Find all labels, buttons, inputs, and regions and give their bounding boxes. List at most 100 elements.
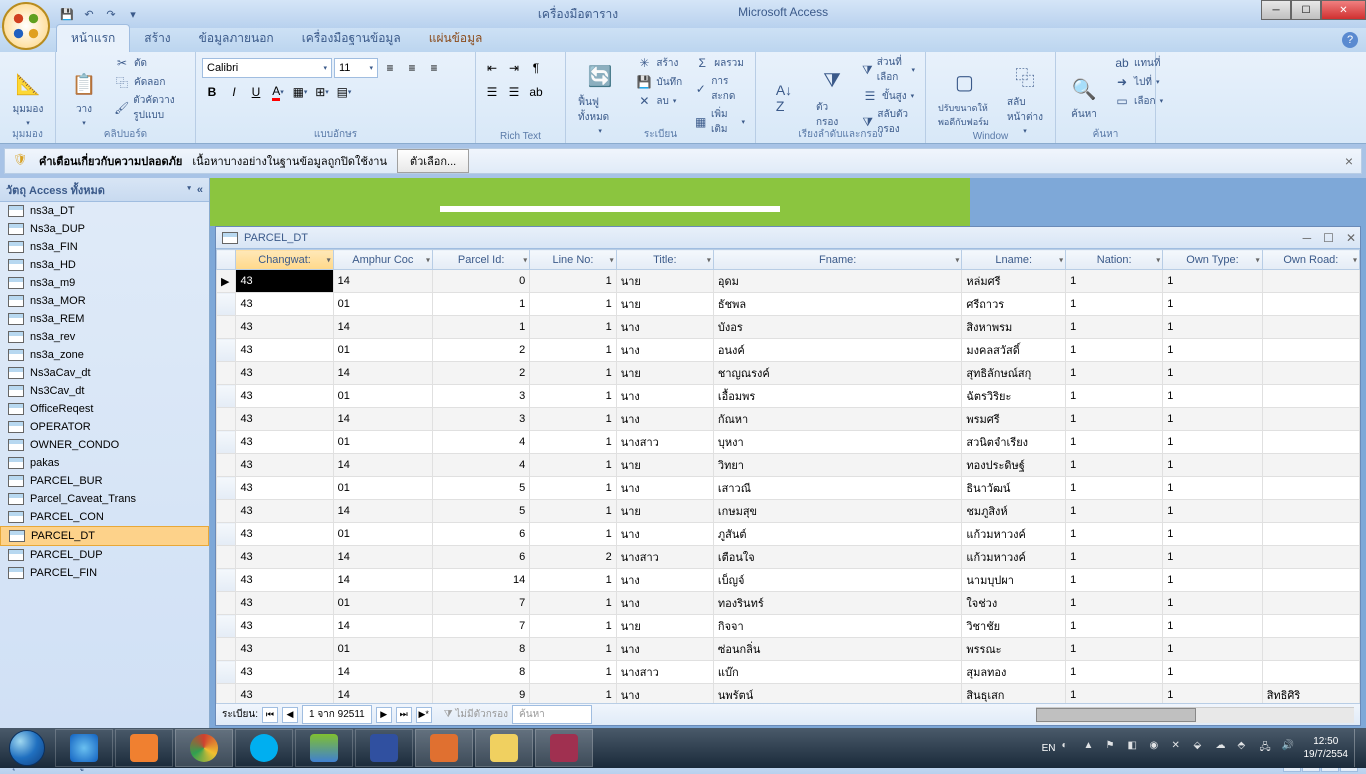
tab-create[interactable]: สร้าง bbox=[130, 25, 184, 52]
cell[interactable]: 1 bbox=[530, 638, 616, 661]
column-header[interactable]: Fname:▾ bbox=[713, 250, 961, 270]
cell[interactable]: 14 bbox=[333, 661, 432, 684]
cell[interactable]: 1 bbox=[1163, 431, 1262, 454]
row-selector[interactable] bbox=[217, 592, 236, 615]
cell[interactable]: นาง bbox=[616, 408, 713, 431]
cell[interactable]: นาง bbox=[616, 592, 713, 615]
table-row[interactable]: 431481นางสาวแบ๊กสุมลทอง11 bbox=[217, 661, 1360, 684]
cell[interactable]: 14 bbox=[333, 615, 432, 638]
row-selector[interactable] bbox=[217, 431, 236, 454]
task-skype[interactable] bbox=[235, 729, 293, 767]
cell[interactable]: ฉัตรวิริยะ bbox=[962, 385, 1066, 408]
cell[interactable]: 1 bbox=[1066, 477, 1163, 500]
cell[interactable]: 1 bbox=[1163, 500, 1262, 523]
goto-button[interactable]: ➜ไปที่▾ bbox=[1110, 73, 1167, 91]
cell[interactable]: 2 bbox=[433, 362, 530, 385]
column-header[interactable]: Title:▾ bbox=[616, 250, 713, 270]
cell[interactable]: 1 bbox=[1066, 385, 1163, 408]
bullets-button[interactable]: ☰ bbox=[482, 82, 502, 102]
column-header[interactable]: Changwat:▾ bbox=[236, 250, 333, 270]
options-button[interactable]: ตัวเลือก... bbox=[397, 149, 469, 173]
cell[interactable]: เกษมสุข bbox=[713, 500, 961, 523]
cell[interactable]: 01 bbox=[333, 431, 432, 454]
nav-item[interactable]: ns3a_MOR bbox=[0, 292, 209, 310]
cell[interactable]: 1 bbox=[1163, 408, 1262, 431]
cell[interactable]: นาย bbox=[616, 362, 713, 385]
task-msn[interactable] bbox=[295, 729, 353, 767]
cell[interactable]: ทองประดิษฐ์ bbox=[962, 454, 1066, 477]
cell[interactable] bbox=[1262, 431, 1359, 454]
cell[interactable]: 43 bbox=[236, 454, 333, 477]
advanced-button[interactable]: ☰ขั้นสูง▾ bbox=[858, 87, 919, 105]
cell[interactable]: 1 bbox=[530, 500, 616, 523]
cell[interactable]: นพรัตน์ bbox=[713, 684, 961, 704]
cell[interactable]: 4 bbox=[433, 454, 530, 477]
tray-icon[interactable]: ⚑ bbox=[1106, 740, 1122, 756]
cell[interactable]: 01 bbox=[333, 592, 432, 615]
totals-button[interactable]: Σผลรวม bbox=[690, 54, 749, 72]
cell[interactable]: 43 bbox=[236, 270, 333, 293]
cell[interactable] bbox=[1262, 523, 1359, 546]
format-painter-button[interactable]: 🖌ตัวคัดวางรูปแบบ bbox=[110, 92, 189, 124]
nav-item[interactable]: Ns3aCav_dt bbox=[0, 364, 209, 382]
cell[interactable]: อุดม bbox=[713, 270, 961, 293]
record-position[interactable]: 1 จาก 92511 bbox=[302, 705, 372, 724]
maximize-button[interactable]: ☐ bbox=[1291, 0, 1321, 20]
tab-dbtools[interactable]: เครื่องมือฐานข้อมูล bbox=[288, 25, 415, 52]
cell[interactable]: 1 bbox=[1163, 339, 1262, 362]
cell[interactable]: 1 bbox=[1163, 569, 1262, 592]
cell[interactable]: 1 bbox=[530, 385, 616, 408]
save-icon[interactable]: 💾 bbox=[58, 5, 76, 23]
cell[interactable]: 14 bbox=[333, 546, 432, 569]
cell[interactable] bbox=[1262, 316, 1359, 339]
cell[interactable] bbox=[1262, 362, 1359, 385]
column-header[interactable]: Lname:▾ bbox=[962, 250, 1066, 270]
redo-icon[interactable]: ↷ bbox=[102, 5, 120, 23]
cell[interactable]: 8 bbox=[433, 661, 530, 684]
nav-item[interactable]: PARCEL_FIN bbox=[0, 564, 209, 582]
font-size-combo[interactable]: 11▾ bbox=[334, 58, 378, 78]
cell[interactable] bbox=[1262, 592, 1359, 615]
cell[interactable]: 1 bbox=[1066, 661, 1163, 684]
cell[interactable] bbox=[1262, 454, 1359, 477]
cell[interactable]: นามบุปผา bbox=[962, 569, 1066, 592]
cell[interactable]: ซ่อนกลิ่น bbox=[713, 638, 961, 661]
cell[interactable]: 1 bbox=[1066, 523, 1163, 546]
cell[interactable]: ชมภูสิงห์ bbox=[962, 500, 1066, 523]
cell[interactable]: 01 bbox=[333, 523, 432, 546]
row-selector[interactable] bbox=[217, 523, 236, 546]
new-record-button[interactable]: ▶* bbox=[416, 707, 432, 723]
cell[interactable] bbox=[1262, 500, 1359, 523]
cell[interactable]: 1 bbox=[1163, 362, 1262, 385]
table-row[interactable]: 4314141นางเบ็ญจ์นามบุปผา11 bbox=[217, 569, 1360, 592]
task-wmp[interactable] bbox=[115, 729, 173, 767]
cell[interactable]: 43 bbox=[236, 431, 333, 454]
filter-dropdown-icon[interactable]: ▾ bbox=[426, 255, 430, 264]
cell[interactable]: 3 bbox=[433, 385, 530, 408]
font-color-button[interactable]: A▾ bbox=[268, 82, 288, 102]
cell[interactable]: 43 bbox=[236, 523, 333, 546]
task-app2[interactable] bbox=[415, 729, 473, 767]
cell[interactable]: พรรณะ bbox=[962, 638, 1066, 661]
filter-dropdown-icon[interactable]: ▾ bbox=[707, 255, 711, 264]
cell[interactable]: วิชาชัย bbox=[962, 615, 1066, 638]
tray-icon[interactable]: ⬘ bbox=[1238, 740, 1254, 756]
cell[interactable]: 01 bbox=[333, 477, 432, 500]
cell[interactable] bbox=[1262, 615, 1359, 638]
cell[interactable]: 43 bbox=[236, 661, 333, 684]
cell[interactable]: 43 bbox=[236, 477, 333, 500]
filter-dropdown-icon[interactable]: ▾ bbox=[1256, 255, 1260, 264]
cell[interactable]: เอื้อมพร bbox=[713, 385, 961, 408]
cell[interactable]: 14 bbox=[433, 569, 530, 592]
task-app1[interactable] bbox=[355, 729, 413, 767]
cell[interactable]: 1 bbox=[1163, 316, 1262, 339]
cell[interactable]: 43 bbox=[236, 362, 333, 385]
office-button[interactable] bbox=[2, 2, 50, 50]
cell[interactable]: ภูสันต์ bbox=[713, 523, 961, 546]
cell[interactable] bbox=[1262, 477, 1359, 500]
tray-icon[interactable]: ◧ bbox=[1128, 740, 1144, 756]
cell[interactable]: 43 bbox=[236, 339, 333, 362]
cell[interactable]: 14 bbox=[333, 454, 432, 477]
row-selector[interactable] bbox=[217, 293, 236, 316]
cell[interactable]: 1 bbox=[1066, 638, 1163, 661]
